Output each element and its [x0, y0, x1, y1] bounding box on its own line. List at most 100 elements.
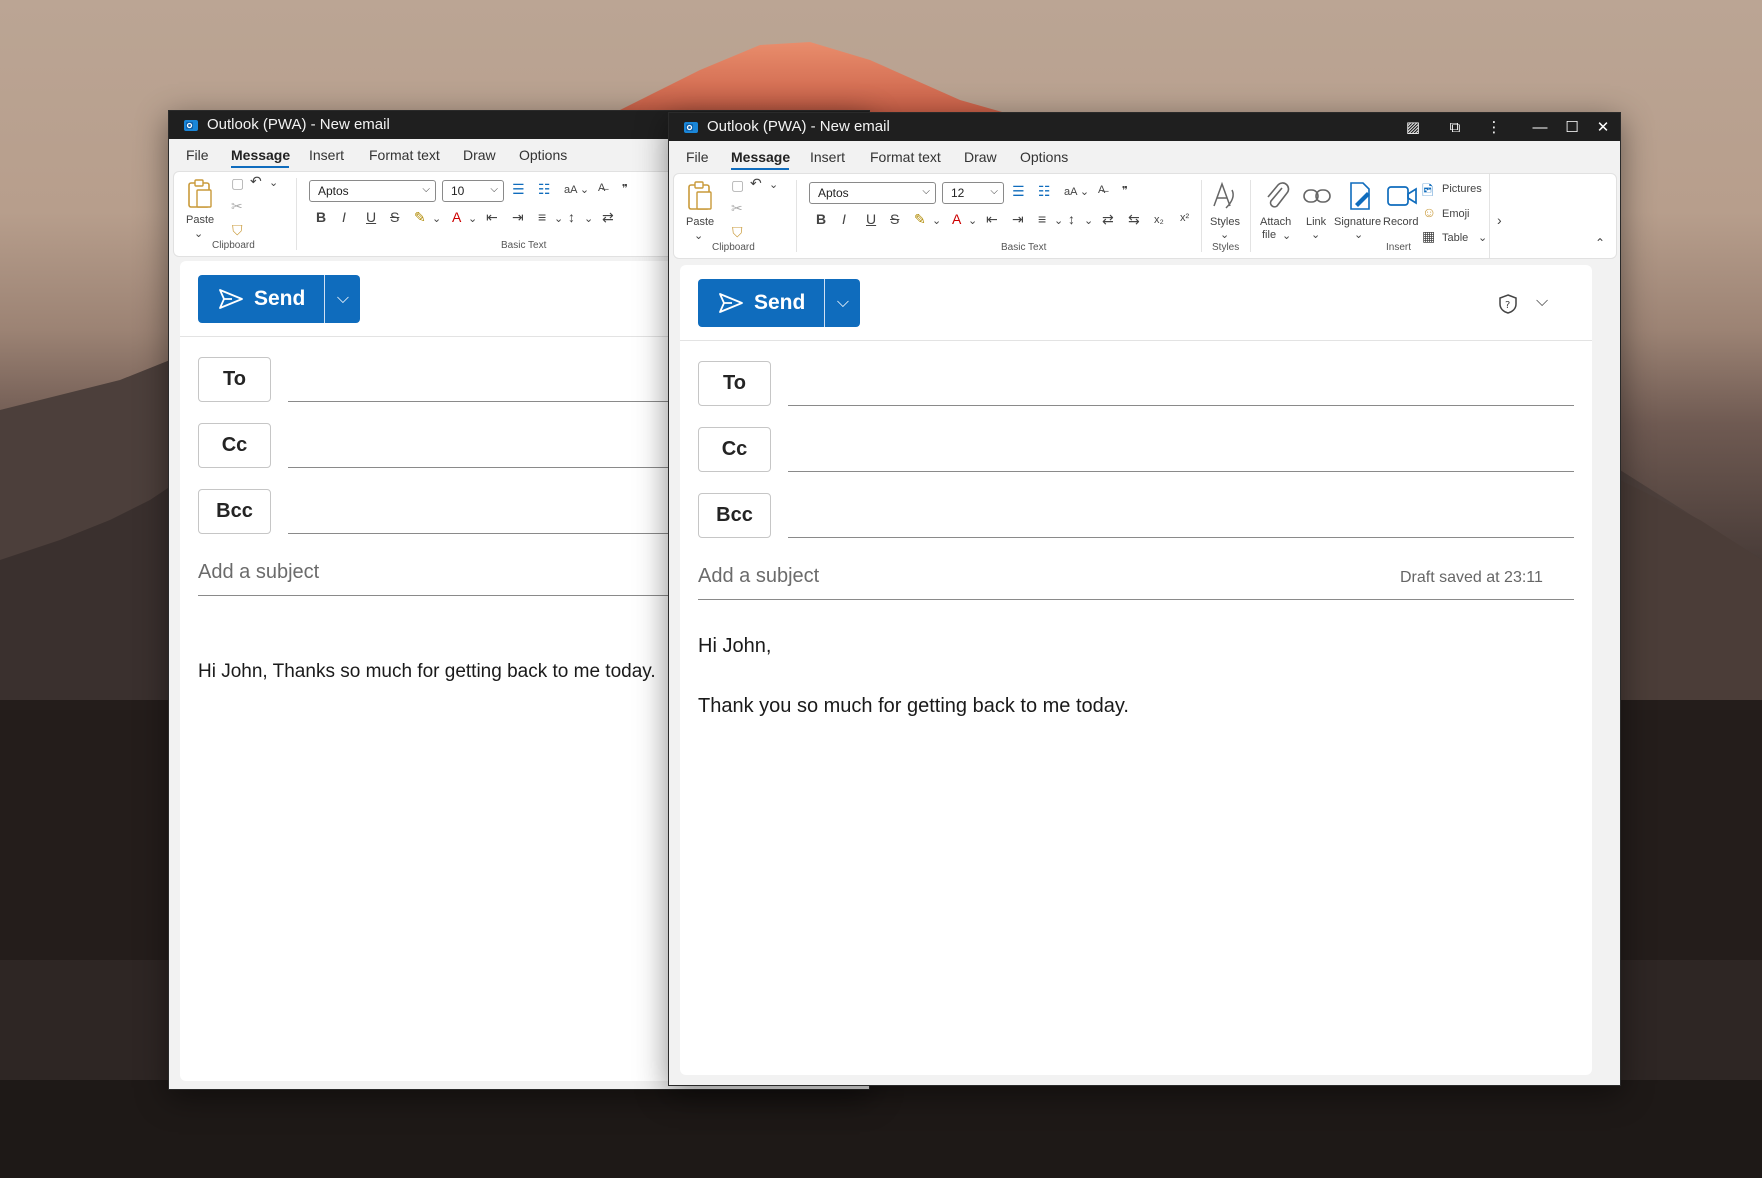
- emoji-icon[interactable]: ☺: [1422, 204, 1436, 220]
- send-options-dropdown[interactable]: ⌵: [324, 275, 361, 323]
- clear-formatting-icon[interactable]: A̶: [598, 182, 605, 194]
- decrease-indent-icon[interactable]: ⇤: [486, 209, 498, 226]
- decrease-indent-icon[interactable]: ⇤: [986, 211, 998, 228]
- signature-dropdown-icon[interactable]: ⌄: [1354, 228, 1363, 241]
- numbering-icon[interactable]: ☷: [538, 181, 551, 198]
- message-body-line-1[interactable]: Hi John,: [698, 635, 771, 658]
- extensions-icon[interactable]: ⧉: [1436, 113, 1474, 141]
- ribbon-scroll-right-icon[interactable]: ›: [1497, 212, 1502, 228]
- signature-icon[interactable]: [1345, 180, 1375, 212]
- menu-format-text[interactable]: Format text: [870, 149, 941, 165]
- paste-dropdown-icon[interactable]: ⌄: [194, 227, 203, 240]
- cc-button[interactable]: Cc: [198, 423, 271, 468]
- underline-icon[interactable]: U: [366, 209, 376, 225]
- record-video-icon[interactable]: [1386, 184, 1418, 208]
- link-label[interactable]: Link: [1306, 216, 1326, 228]
- text-direction-alt-icon[interactable]: ⇆: [1128, 211, 1140, 228]
- highlight-dropdown-icon[interactable]: ⌄: [932, 214, 941, 227]
- record-label[interactable]: Record: [1383, 216, 1418, 228]
- bullets-icon[interactable]: ☰: [1012, 183, 1025, 200]
- change-case-icon[interactable]: aA ⌄: [564, 183, 589, 196]
- menu-options[interactable]: Options: [1020, 149, 1068, 165]
- cc-input[interactable]: [788, 471, 1574, 472]
- table-label[interactable]: Table: [1442, 232, 1468, 244]
- align-icon[interactable]: ≡: [1038, 211, 1046, 227]
- undo-icon[interactable]: ↶: [250, 173, 262, 190]
- paste-dropdown-icon[interactable]: ⌄: [694, 229, 703, 242]
- numbering-icon[interactable]: ☷: [1038, 183, 1051, 200]
- undo-dropdown-icon[interactable]: ⌄: [769, 178, 778, 191]
- highlight-icon[interactable]: ✎: [914, 211, 926, 228]
- underline-icon[interactable]: U: [866, 211, 876, 227]
- text-direction-icon[interactable]: ⇄: [602, 209, 614, 226]
- paste-label[interactable]: Paste: [686, 216, 714, 228]
- line-spacing-dropdown-icon[interactable]: ⌄: [1084, 214, 1093, 227]
- paste-icon[interactable]: [685, 180, 715, 212]
- title-bar[interactable]: Outlook (PWA) - New email ▨ ⧉ ⋮ — ☐ ✕: [669, 113, 1620, 141]
- bold-icon[interactable]: B: [816, 211, 826, 227]
- menu-options[interactable]: Options: [519, 147, 567, 163]
- more-options-icon[interactable]: ⋮: [1475, 113, 1513, 141]
- menu-message[interactable]: Message: [731, 149, 790, 165]
- increase-indent-icon[interactable]: ⇥: [512, 209, 524, 226]
- line-spacing-dropdown-icon[interactable]: ⌄: [584, 212, 593, 225]
- format-painter-icon[interactable]: ⛉: [232, 222, 243, 239]
- bcc-button[interactable]: Bcc: [698, 493, 771, 538]
- cut-icon[interactable]: ✂: [231, 198, 243, 215]
- to-button[interactable]: To: [198, 357, 271, 402]
- pictures-label[interactable]: Pictures: [1442, 183, 1482, 195]
- send-options-dropdown[interactable]: ⌵: [824, 279, 861, 327]
- cc-button[interactable]: Cc: [698, 427, 771, 472]
- menu-insert[interactable]: Insert: [309, 147, 344, 163]
- subscript-icon[interactable]: x₂: [1154, 214, 1164, 226]
- highlight-icon[interactable]: ✎: [414, 209, 426, 226]
- signature-label[interactable]: Signature: [1334, 216, 1381, 228]
- to-button[interactable]: To: [698, 361, 771, 406]
- bcc-input[interactable]: [788, 537, 1574, 538]
- link-icon[interactable]: [1302, 186, 1332, 206]
- menu-draw[interactable]: Draw: [964, 149, 997, 165]
- table-icon[interactable]: ▦: [1422, 228, 1435, 245]
- font-size-select[interactable]: 12 ⌵: [942, 182, 1004, 204]
- collapse-ribbon-icon[interactable]: ⌃: [1595, 236, 1605, 250]
- cut-icon[interactable]: ✂: [731, 200, 743, 217]
- menu-file[interactable]: File: [186, 147, 209, 163]
- increase-indent-icon[interactable]: ⇥: [1012, 211, 1024, 228]
- attach-file-label[interactable]: Attach: [1260, 216, 1291, 228]
- expand-header-icon[interactable]: ⌵: [1536, 293, 1548, 311]
- align-icon[interactable]: ≡: [538, 209, 546, 225]
- italic-icon[interactable]: I: [342, 209, 346, 225]
- change-case-icon[interactable]: aA ⌄: [1064, 185, 1089, 198]
- quote-icon[interactable]: ❞: [622, 182, 628, 195]
- line-spacing-icon[interactable]: ↕: [1068, 211, 1075, 227]
- clipboard-off-icon[interactable]: ▨: [1394, 113, 1432, 141]
- paperclip-icon[interactable]: [1262, 180, 1292, 212]
- copy-icon[interactable]: ▢: [231, 175, 244, 192]
- undo-icon[interactable]: ↶: [750, 175, 762, 192]
- menu-file[interactable]: File: [686, 149, 709, 165]
- bold-icon[interactable]: B: [316, 209, 326, 225]
- table-dropdown-icon[interactable]: ⌄: [1478, 231, 1487, 244]
- menu-format-text[interactable]: Format text: [369, 147, 440, 163]
- font-name-select[interactable]: Aptos ⌵: [309, 180, 436, 202]
- message-body-line-2[interactable]: Thank you so much for getting back to me…: [698, 695, 1129, 718]
- font-color-dropdown-icon[interactable]: ⌄: [468, 212, 477, 225]
- sensitivity-shield-icon[interactable]: ?: [1498, 293, 1518, 315]
- menu-insert[interactable]: Insert: [810, 149, 845, 165]
- paste-icon[interactable]: [185, 178, 215, 210]
- clear-formatting-icon[interactable]: A̶: [1098, 184, 1105, 196]
- menu-message[interactable]: Message: [231, 147, 290, 163]
- highlight-dropdown-icon[interactable]: ⌄: [432, 212, 441, 225]
- strikethrough-icon[interactable]: S: [390, 209, 399, 225]
- close-icon[interactable]: ✕: [1584, 113, 1620, 141]
- font-name-select[interactable]: Aptos ⌵: [809, 182, 936, 204]
- message-body[interactable]: Hi John, Thanks so much for getting back…: [198, 661, 656, 683]
- send-button[interactable]: Send: [198, 275, 343, 323]
- attach-file-label-line2[interactable]: file: [1262, 229, 1276, 241]
- font-size-select[interactable]: 10 ⌵: [442, 180, 504, 202]
- align-dropdown-icon[interactable]: ⌄: [1054, 214, 1063, 227]
- format-painter-icon[interactable]: ⛉: [732, 224, 743, 241]
- copy-icon[interactable]: ▢: [731, 177, 744, 194]
- quote-icon[interactable]: ❞: [1122, 184, 1128, 197]
- superscript-icon[interactable]: x²: [1180, 212, 1189, 224]
